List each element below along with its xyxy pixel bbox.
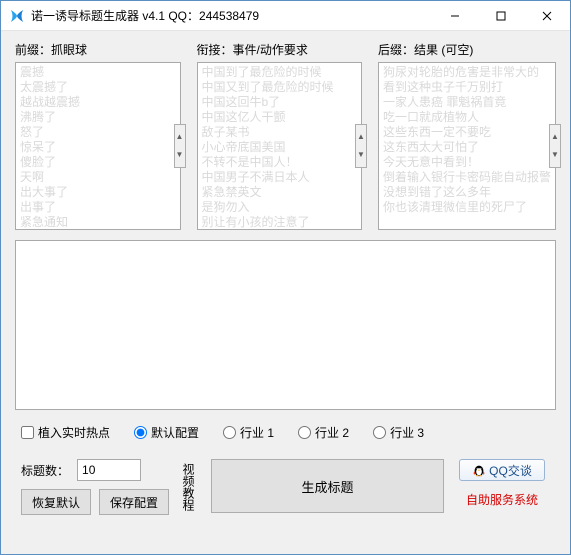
list-item[interactable]: 今天无意中看到！: [383, 155, 551, 170]
list-item[interactable]: 倒着输入银行卡密码能自动报警: [383, 170, 551, 185]
list-item[interactable]: 中国这亿人干颤: [202, 110, 358, 125]
content-area: 前缀：抓眼球 震撼太震撼了越战越震撼沸腾了怒了惊呆了傻脸了天啊出大事了出事了紧急…: [1, 31, 570, 554]
video-tutorial-label: 视频教程: [183, 463, 197, 511]
list-item[interactable]: 紧急禁英文: [202, 185, 358, 200]
hotspot-checkbox[interactable]: 植入实时热点: [21, 424, 110, 441]
list-item[interactable]: 沸腾了: [20, 110, 176, 125]
prefix-list[interactable]: 震撼太震撼了越战越震撼沸腾了怒了惊呆了傻脸了天啊出大事了出事了紧急通知紧为被禁了…: [15, 62, 181, 230]
list-item[interactable]: 震撼: [20, 65, 176, 80]
bridge-column: 衔接：事件/动作要求 中国到了最危险的时候中国又到了最危险的时候中国这回牛b了中…: [197, 41, 363, 230]
save-config-button[interactable]: 保存配置: [99, 489, 169, 515]
suffix-column: 后缀：结果 (可空) 狗尿对轮胎的危害是非常大的看到这种虫子千万别打一家人患癌 …: [378, 41, 556, 230]
restore-default-button[interactable]: 恢复默认: [21, 489, 91, 515]
options-row: 植入实时热点 默认配置 行业 1 行业 2 行业 3: [15, 424, 556, 441]
suffix-scroll[interactable]: ▲▼: [549, 124, 561, 168]
list-item[interactable]: 中国这回牛b了: [202, 95, 358, 110]
list-item[interactable]: 不转不是中国人！: [202, 155, 358, 170]
list-item[interactable]: 你也该清理微信里的死尸了: [383, 200, 551, 215]
penguin-icon: [472, 463, 486, 477]
left-controls: 标题数： 恢复默认 保存配置: [21, 459, 169, 515]
list-item[interactable]: 看到这种虫子千万别打: [383, 80, 551, 95]
bridge-scroll[interactable]: ▲▼: [355, 124, 367, 168]
bridge-label: 衔接：事件/动作要求: [197, 41, 363, 58]
list-item[interactable]: 没想到错了这么多年: [383, 185, 551, 200]
list-item[interactable]: 别让有小孩的注意了: [202, 215, 358, 229]
maximize-button[interactable]: [478, 1, 524, 31]
list-item[interactable]: 傻脸了: [20, 155, 176, 170]
suffix-label: 后缀：结果 (可空): [378, 41, 556, 58]
prefix-column: 前缀：抓眼球 震撼太震撼了越战越震撼沸腾了怒了惊呆了傻脸了天啊出大事了出事了紧急…: [15, 41, 181, 230]
default-config-radio[interactable]: 默认配置: [134, 424, 199, 441]
list-item[interactable]: 这东西太大可怕了: [383, 140, 551, 155]
industry-3-radio[interactable]: 行业 3: [373, 424, 424, 441]
list-item[interactable]: 惊呆了: [20, 140, 176, 155]
close-button[interactable]: [524, 1, 570, 31]
titlebar: 诺一诱导标题生成器 v4.1 QQ：244538479: [1, 1, 570, 31]
list-item[interactable]: 中国到了最危险的时候: [202, 65, 358, 80]
list-item[interactable]: 紧急通知: [20, 215, 176, 229]
count-label: 标题数：: [21, 462, 69, 479]
list-item[interactable]: 一家人患癌 罪魁祸首竟: [383, 95, 551, 110]
window-title: 诺一诱导标题生成器 v4.1 QQ：244538479: [31, 7, 259, 24]
list-item[interactable]: 狗尿对轮胎的危害是非常大的: [383, 65, 551, 80]
list-item[interactable]: 出事了: [20, 200, 176, 215]
minimize-button[interactable]: [432, 1, 478, 31]
list-item[interactable]: 中国男子不满日本人: [202, 170, 358, 185]
suffix-list[interactable]: 狗尿对轮胎的危害是非常大的看到这种虫子千万别打一家人患癌 罪魁祸首竟吃一口就成植…: [378, 62, 556, 230]
list-item[interactable]: 敌子某书: [202, 125, 358, 140]
list-item[interactable]: 是狗勿入: [202, 200, 358, 215]
list-item[interactable]: 小心帝底国美国: [202, 140, 358, 155]
bottom-row: 标题数： 恢复默认 保存配置 视频教程 生成标题 QQ交谈 自助服务系统: [15, 459, 556, 515]
industry-1-radio[interactable]: 行业 1: [223, 424, 274, 441]
list-item[interactable]: 中国又到了最危险的时候: [202, 80, 358, 95]
list-item[interactable]: 太震撼了: [20, 80, 176, 95]
app-icon: [9, 8, 25, 24]
list-item[interactable]: 天啊: [20, 170, 176, 185]
self-service-link[interactable]: 自助服务系统: [466, 491, 538, 508]
prefix-scroll[interactable]: ▲▼: [174, 124, 186, 168]
bridge-list[interactable]: 中国到了最危险的时候中国又到了最危险的时候中国这回牛b了中国这亿人干颤敌子某书小…: [197, 62, 363, 230]
app-window: 诺一诱导标题生成器 v4.1 QQ：244538479 前缀：抓眼球 震撼太震撼…: [0, 0, 571, 555]
list-item[interactable]: 怒了: [20, 125, 176, 140]
columns-row: 前缀：抓眼球 震撼太震撼了越战越震撼沸腾了怒了惊呆了傻脸了天啊出大事了出事了紧急…: [15, 41, 556, 230]
title-count-input[interactable]: [77, 459, 141, 481]
output-textarea[interactable]: [15, 240, 556, 410]
prefix-label: 前缀：抓眼球: [15, 41, 181, 58]
list-item[interactable]: 越战越震撼: [20, 95, 176, 110]
qq-chat-button[interactable]: QQ交谈: [459, 459, 545, 481]
list-item[interactable]: 这些东西一定不要吃: [383, 125, 551, 140]
list-item[interactable]: 出大事了: [20, 185, 176, 200]
list-item[interactable]: 吃一口就成植物人: [383, 110, 551, 125]
industry-2-radio[interactable]: 行业 2: [298, 424, 349, 441]
right-links: QQ交谈 自助服务系统: [454, 459, 550, 508]
generate-title-button[interactable]: 生成标题: [211, 459, 444, 513]
